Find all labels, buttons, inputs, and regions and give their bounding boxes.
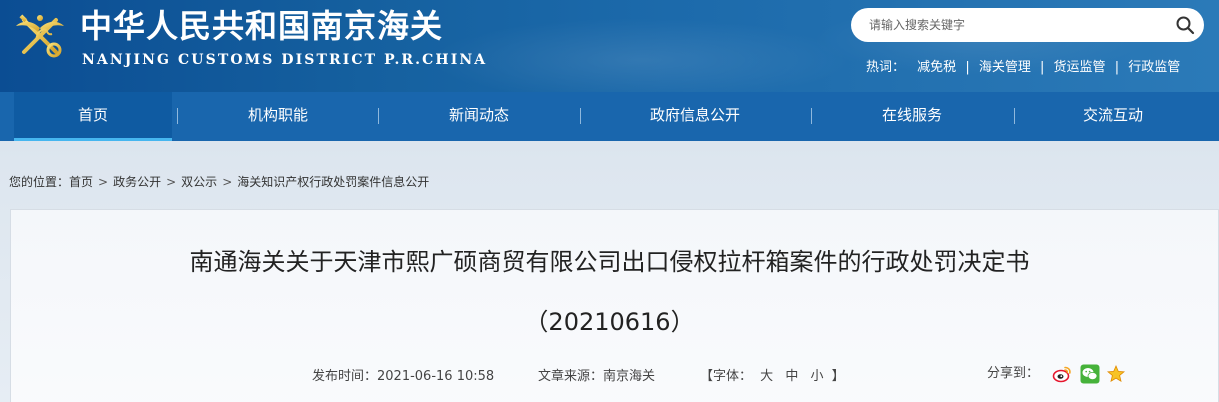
article-source: 文章来源：南京海关	[538, 369, 655, 385]
breadcrumb-link[interactable]: 政务公开	[113, 175, 161, 189]
customs-emblem-icon[interactable]	[10, 6, 70, 66]
source-value: 南京海关	[603, 369, 656, 384]
font-size-close: 】	[831, 369, 845, 384]
hotwords-label: 热词：	[866, 60, 906, 75]
font-size-small[interactable]: 小	[810, 369, 823, 384]
breadcrumb-link[interactable]: 海关知识产权行政处罚案件信息公开	[237, 175, 429, 189]
font-size-label: 【字体：	[700, 369, 753, 384]
publish-time: 发布时间：2021-06-16 10:58	[312, 369, 494, 385]
nav-separator	[1014, 108, 1015, 124]
breadcrumb-link[interactable]: 首页	[69, 175, 93, 189]
nav-item-functions[interactable]: 机构职能	[184, 92, 372, 141]
wechat-icon[interactable]	[1080, 364, 1100, 384]
breadcrumb-arrow: >	[98, 175, 109, 189]
breadcrumb: 您的位置：首页 > 政务公开 > 双公示 > 海关知识产权行政处罚案件信息公开	[9, 174, 429, 190]
hotword-item[interactable]: 货运监管	[1054, 59, 1106, 77]
source-label: 文章来源：	[538, 369, 604, 384]
hotword-separator: |	[965, 60, 970, 75]
site-title-chinese[interactable]: 中华人民共和国南京海关	[80, 6, 443, 46]
article-title: 南通海关关于天津市熙广硕商贸有限公司出口侵权拉杆箱案件的行政处罚决定书	[189, 248, 1030, 276]
nav-item-news[interactable]: 新闻动态	[384, 92, 574, 141]
hotword-separator: |	[1114, 60, 1120, 75]
nav-separator	[177, 108, 178, 124]
breadcrumb-arrow: >	[222, 175, 233, 189]
publish-time-label: 发布时间：	[312, 369, 378, 384]
nav-item-online-service[interactable]: 在线服务	[817, 92, 1007, 141]
font-size-control: 【字体： 大 中 小 】	[700, 369, 845, 385]
font-size-medium[interactable]: 中	[785, 369, 798, 384]
main-nav: 首页 机构职能 新闻动态 政府信息公开 在线服务 交流互动	[0, 92, 1219, 141]
nav-item-gov-info[interactable]: 政府信息公开	[586, 92, 804, 141]
breadcrumb-prefix: 您的位置：	[9, 175, 70, 189]
nav-separator	[811, 108, 812, 124]
nav-item-interaction[interactable]: 交流互动	[1020, 92, 1206, 141]
hotword-item[interactable]: 减免税	[917, 59, 956, 77]
hotword-separator: |	[1040, 60, 1045, 75]
qzone-star-icon[interactable]	[1106, 364, 1126, 384]
nav-separator	[378, 108, 379, 124]
hotword-item[interactable]: 行政监管	[1128, 59, 1180, 77]
site-title-english: NANJING CUSTOMS DISTRICT P.R.CHINA	[82, 52, 488, 68]
breadcrumb-link[interactable]: 双公示	[181, 175, 217, 189]
breadcrumb-arrow: >	[166, 175, 177, 189]
nav-separator	[580, 108, 581, 124]
publish-time-value: 2021-06-16 10:58	[377, 369, 495, 384]
site-header: 中华人民共和国南京海关 NANJING CUSTOMS DISTRICT P.R…	[0, 0, 1219, 92]
hotwords: 热词： 减免税 | 海关管理 | 货运监管 | 行政监管	[866, 59, 1180, 77]
article-subtitle: （20210616）	[524, 308, 695, 336]
hotword-item[interactable]: 海关管理	[979, 59, 1031, 77]
search-box	[851, 8, 1204, 42]
weibo-icon[interactable]	[1052, 364, 1072, 384]
search-icon[interactable]	[1175, 15, 1195, 35]
share-label: 分享到：	[987, 366, 1040, 381]
search-input[interactable]	[869, 15, 1159, 35]
nav-item-home[interactable]: 首页	[14, 92, 172, 141]
font-size-large[interactable]: 大	[760, 369, 773, 384]
